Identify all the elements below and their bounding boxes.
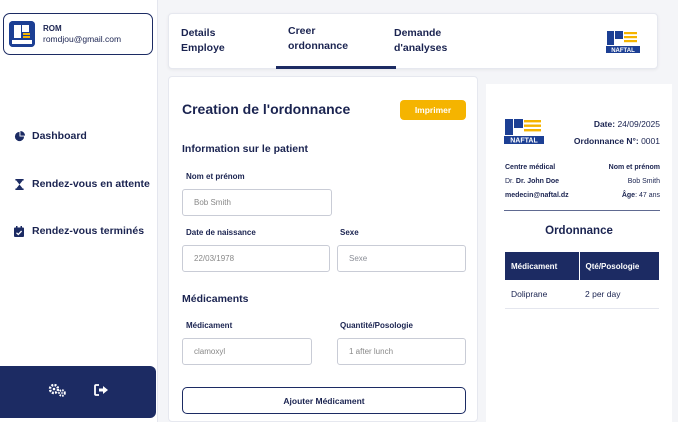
name-label: Nom et prénom	[186, 172, 245, 181]
print-button[interactable]: Imprimer	[400, 100, 466, 120]
hourglass-icon	[12, 178, 26, 190]
doctor-name: Dr. Dr. John Doe	[505, 178, 559, 185]
medications-table: Médicament Qté/Posologie Doliprane 2 per…	[505, 252, 659, 309]
medications-section-title: Médicaments	[182, 293, 249, 305]
svg-text:NAFTAL: NAFTAL	[611, 48, 635, 54]
prescription-title: Ordonnance	[545, 225, 613, 237]
svg-text:NAFTAL: NAFTAL	[510, 138, 538, 145]
patient-age: Âge: 47 ans	[622, 192, 660, 199]
add-medication-button[interactable]: Ajouter Médicament	[182, 387, 466, 414]
tab-demande-analyses[interactable]: Demande d'analyses	[394, 26, 447, 56]
user-email: romdjou@gmail.com	[43, 34, 122, 44]
naftal-logo: NAFTAL	[606, 29, 640, 60]
sex-input[interactable]	[337, 245, 466, 272]
doctor-prefix: Dr.	[505, 178, 514, 185]
quantity-label: Quantité/Posologie	[340, 321, 413, 330]
dob-input[interactable]	[182, 245, 330, 272]
date-label: Date:	[593, 119, 616, 129]
user-name: ROM	[43, 24, 62, 33]
age-value: : 47 ans	[635, 192, 660, 199]
sidebar-item-label: Rendez-vous terminés	[32, 225, 145, 237]
age-label: Âge	[621, 192, 636, 199]
sex-label: Sexe	[340, 228, 359, 237]
table-header: Qté/Posologie	[578, 252, 659, 280]
prescription-form: Creation de l'ordonnance Imprimer Inform…	[168, 76, 478, 422]
tab-label: Creer	[288, 25, 316, 37]
patient-name: Bob Smith	[627, 178, 660, 185]
sidebar-item-completed[interactable]: Rendez-vous terminés	[12, 225, 144, 237]
quantity-input[interactable]	[337, 338, 466, 365]
tab-details-employe[interactable]: Details Employe	[181, 26, 225, 56]
center-label: Centre médical	[505, 164, 556, 171]
patient-label: Nom et prénom	[608, 164, 660, 171]
naftal-logo	[9, 21, 35, 47]
settings-icon[interactable]	[48, 383, 68, 402]
sidebar-item-pending[interactable]: Rendez-vous en attente	[12, 178, 150, 190]
ord-value: 0001	[641, 136, 660, 146]
pie-chart-icon	[12, 130, 26, 142]
doctor-name-value: Dr. John Doe	[515, 178, 560, 185]
sidebar-item-dashboard[interactable]: Dashboard	[12, 130, 87, 142]
divider	[504, 210, 660, 211]
tab-label: ordonnance	[288, 40, 349, 52]
medication-input[interactable]	[182, 338, 312, 365]
logout-icon[interactable]	[93, 383, 109, 401]
ord-label: Ordonnance N°:	[573, 136, 639, 146]
calendar-check-icon	[12, 225, 26, 237]
sidebar-item-label: Dashboard	[32, 130, 87, 142]
date-value: 24/09/2025	[617, 119, 660, 129]
prescription-date: Date: 24/09/2025	[594, 119, 660, 129]
tabs-bar: Details Employe Creer ordonnance Demande…	[168, 13, 658, 69]
prescription-preview: NAFTAL Date: 24/09/2025 Ordonnance N°: 0…	[480, 76, 678, 422]
active-tab-indicator	[276, 66, 396, 69]
page-title: Creation de l'ordonnance	[182, 101, 351, 117]
center-email: medecin@naftal.dz	[505, 192, 569, 199]
sidebar-footer	[0, 366, 156, 418]
user-card[interactable]: ROM romdjou@gmail.com	[3, 13, 153, 55]
table-cell: Doliprane	[505, 280, 579, 309]
patient-section-title: Information sur le patient	[182, 143, 309, 155]
tab-creer-ordonnance[interactable]: Creer ordonnance	[288, 24, 348, 54]
sidebar-item-label: Rendez-vous en attente	[32, 178, 150, 190]
tab-label: d'analyses	[394, 42, 448, 54]
table-header: Médicament	[505, 252, 579, 280]
dob-label: Date de naissance	[186, 228, 256, 237]
medication-label: Médicament	[186, 321, 233, 330]
sidebar: ROM romdjou@gmail.com Dashboard Rendez-v…	[0, 0, 158, 422]
tab-label: Employe	[181, 42, 225, 54]
naftal-logo: NAFTAL	[504, 118, 544, 151]
prescription-number: Ordonnance N°: 0001	[574, 136, 660, 146]
table-cell: 2 per day	[579, 280, 659, 309]
table-row: Doliprane 2 per day	[505, 280, 659, 309]
tab-label: Demande	[394, 27, 442, 39]
tab-label: Details	[181, 27, 216, 39]
patient-name-input[interactable]	[182, 189, 332, 216]
prescription-document: NAFTAL Date: 24/09/2025 Ordonnance N°: 0…	[486, 84, 672, 422]
